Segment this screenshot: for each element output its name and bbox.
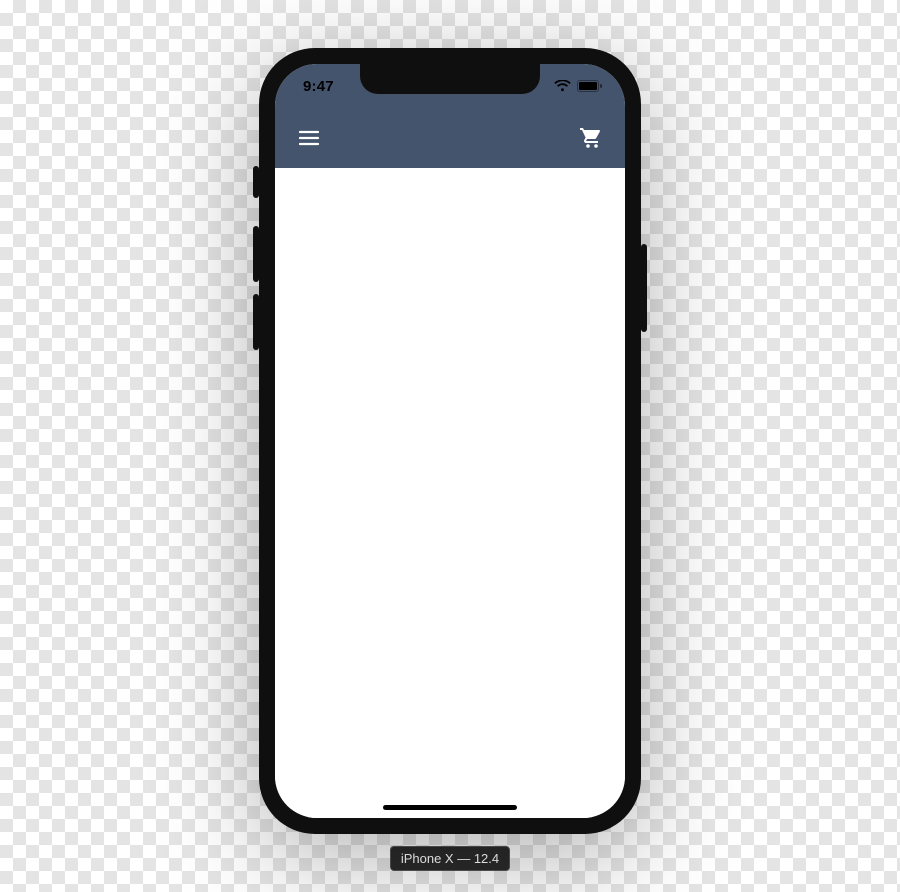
cart-button[interactable]	[571, 118, 611, 158]
battery-icon	[577, 80, 603, 92]
home-indicator[interactable]	[383, 805, 517, 810]
status-indicators	[554, 80, 603, 92]
mute-switch[interactable]	[253, 166, 259, 198]
volume-up-button[interactable]	[253, 226, 259, 282]
menu-icon	[297, 126, 321, 150]
stage: 9:47	[0, 0, 900, 892]
device-frame: 9:47	[259, 48, 641, 834]
volume-down-button[interactable]	[253, 294, 259, 350]
content-area[interactable]	[275, 168, 625, 818]
simulator-caption: iPhone X — 12.4	[390, 846, 510, 871]
notch	[360, 64, 540, 94]
power-button[interactable]	[641, 244, 647, 332]
screen: 9:47	[275, 64, 625, 818]
cart-icon	[579, 126, 603, 150]
wifi-icon	[554, 80, 571, 92]
menu-button[interactable]	[289, 118, 329, 158]
status-time: 9:47	[303, 78, 334, 95]
